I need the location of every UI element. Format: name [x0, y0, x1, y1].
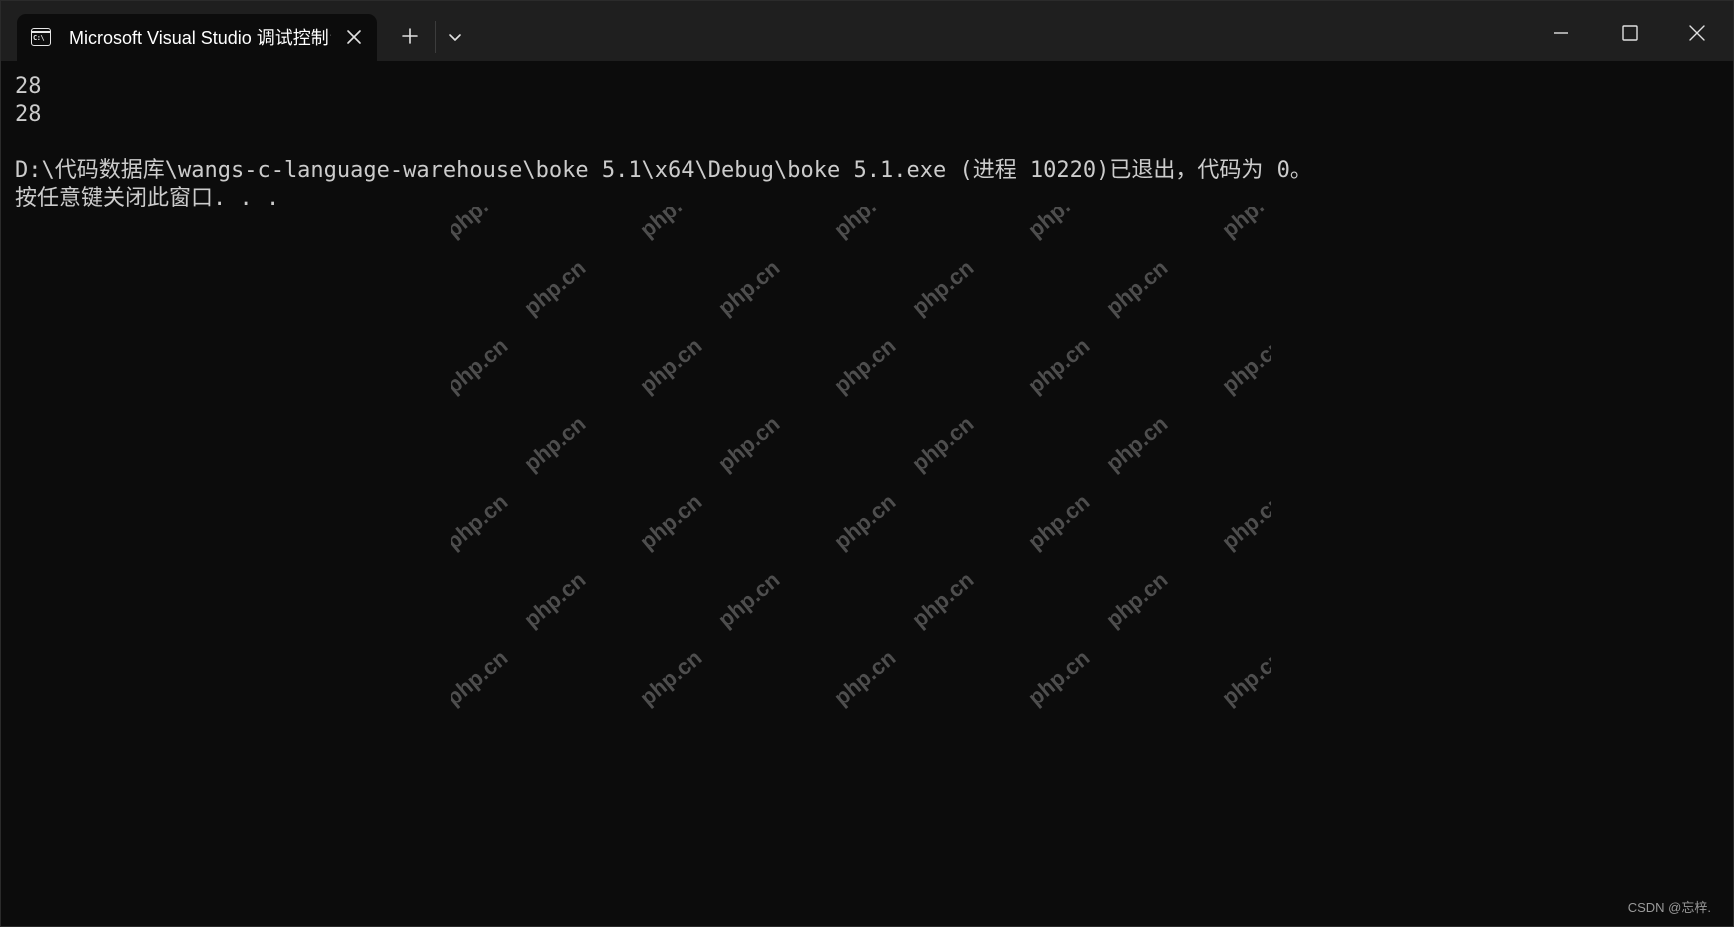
minimize-icon — [1554, 32, 1568, 34]
watermark-text: php.cn — [713, 410, 785, 477]
watermark-text: php.cn — [907, 410, 979, 477]
chevron-down-icon — [449, 34, 461, 41]
watermark-text: php.cn — [829, 644, 901, 711]
watermark-text: php.cn — [519, 410, 591, 477]
titlebar-divider — [435, 21, 436, 53]
console-line: 28 — [15, 74, 42, 99]
watermark-text: php.cn — [1023, 488, 1095, 555]
watermark-text: php.cn — [1217, 488, 1271, 555]
tab-dropdown-button[interactable] — [443, 25, 467, 49]
watermark-text: php.cn — [451, 644, 513, 711]
close-icon — [1689, 25, 1705, 41]
close-window-button[interactable] — [1677, 15, 1717, 51]
watermark-text: php.cn — [451, 488, 513, 555]
maximize-icon — [1622, 25, 1638, 41]
console-line: D:\代码数据库\wangs-c-language-warehouse\boke… — [15, 158, 1312, 183]
tab-debug-console[interactable]: C:\ Microsoft Visual Studio 调试控制台 — [17, 14, 377, 61]
tab-title: Microsoft Visual Studio 调试控制台 — [69, 28, 331, 48]
console-icon-label: C:\ — [33, 34, 45, 42]
title-bar[interactable]: C:\ Microsoft Visual Studio 调试控制台 — [1, 1, 1733, 61]
watermark-text: php.cn — [1023, 207, 1095, 243]
watermark-text: php.cn — [1101, 254, 1173, 321]
watermark-text: php.cn — [1101, 566, 1173, 633]
watermark-text: php.cn — [829, 207, 901, 243]
watermark-text: php.cn — [907, 566, 979, 633]
watermark-text: php.cn — [635, 488, 707, 555]
watermark-text: php.cn — [1217, 644, 1271, 711]
console-output[interactable]: 28 28 D:\代码数据库\wangs-c-language-warehouse\… — [15, 73, 1715, 223]
watermark-text: php.cn — [635, 207, 707, 243]
watermark-text: php.cn — [635, 644, 707, 711]
plus-icon — [402, 28, 418, 44]
watermark-text: php.cn — [1217, 207, 1271, 243]
credit-label: CSDN @忘梓. — [1627, 900, 1711, 915]
terminal-window: C:\ Microsoft Visual Studio 调试控制台 28 28 … — [0, 0, 1734, 927]
minimize-button[interactable] — [1541, 15, 1581, 51]
watermark-overlay: php.cn php.cn php.cn php.cn php.cn php.cn php.… — [451, 207, 1271, 722]
watermark-text: php.cn — [907, 254, 979, 321]
watermark-text: php.cn — [635, 332, 707, 399]
console-icon: C:\ — [31, 28, 51, 46]
close-icon — [347, 30, 361, 44]
watermark-text: php.cn — [519, 566, 591, 633]
watermark-text: php.cn — [451, 207, 513, 243]
watermark-text: php.cn — [1217, 332, 1271, 399]
new-tab-button[interactable] — [397, 23, 423, 49]
watermark-text: php.cn — [1023, 644, 1095, 711]
close-tab-button[interactable] — [343, 26, 365, 48]
watermark-text: php.cn — [713, 566, 785, 633]
console-line: 28 — [15, 102, 42, 127]
watermark-text: php.cn — [451, 332, 513, 399]
watermark-text: php.cn — [1101, 410, 1173, 477]
watermark-text: php.cn — [1023, 332, 1095, 399]
watermark-text: php.cn — [829, 332, 901, 399]
watermark-text: php.cn — [519, 254, 591, 321]
watermark-text: php.cn — [829, 488, 901, 555]
watermark-text: php.cn — [713, 254, 785, 321]
maximize-button[interactable] — [1609, 15, 1649, 51]
